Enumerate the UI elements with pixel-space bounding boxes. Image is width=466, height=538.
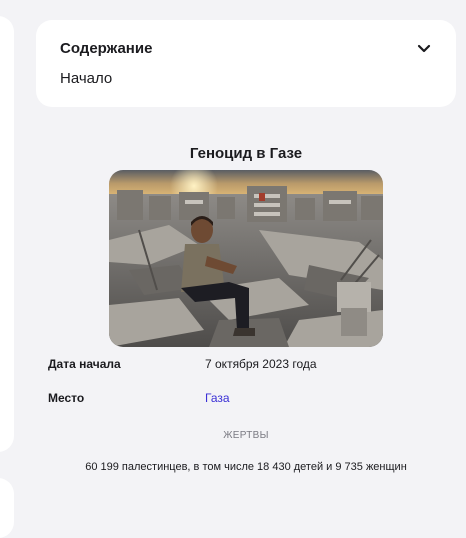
casualties-value: 60 199 палестинцев, в том числе 18 430 д…	[85, 461, 407, 473]
location-label: Место	[48, 391, 85, 405]
toc-toggle-button[interactable]	[414, 40, 434, 58]
toc-title: Содержание	[60, 40, 153, 57]
rubble-photo	[109, 170, 383, 347]
toc-item-start[interactable]: Начало	[60, 70, 112, 87]
table-of-contents: Содержание Начало	[36, 20, 456, 107]
infobox-title: Геноцид в Газе	[189, 145, 303, 162]
sidebar-card	[0, 16, 14, 452]
casualties-header: ЖЕРТВЫ	[223, 430, 269, 441]
infobox-image[interactable]	[109, 170, 383, 347]
location-link[interactable]: Газа	[205, 391, 230, 405]
start-date-label: Дата начала	[48, 357, 121, 371]
chevron-down-icon	[417, 44, 431, 53]
sidebar-card-bottom	[0, 478, 14, 538]
start-date-value: 7 октября 2023 года	[205, 357, 317, 371]
